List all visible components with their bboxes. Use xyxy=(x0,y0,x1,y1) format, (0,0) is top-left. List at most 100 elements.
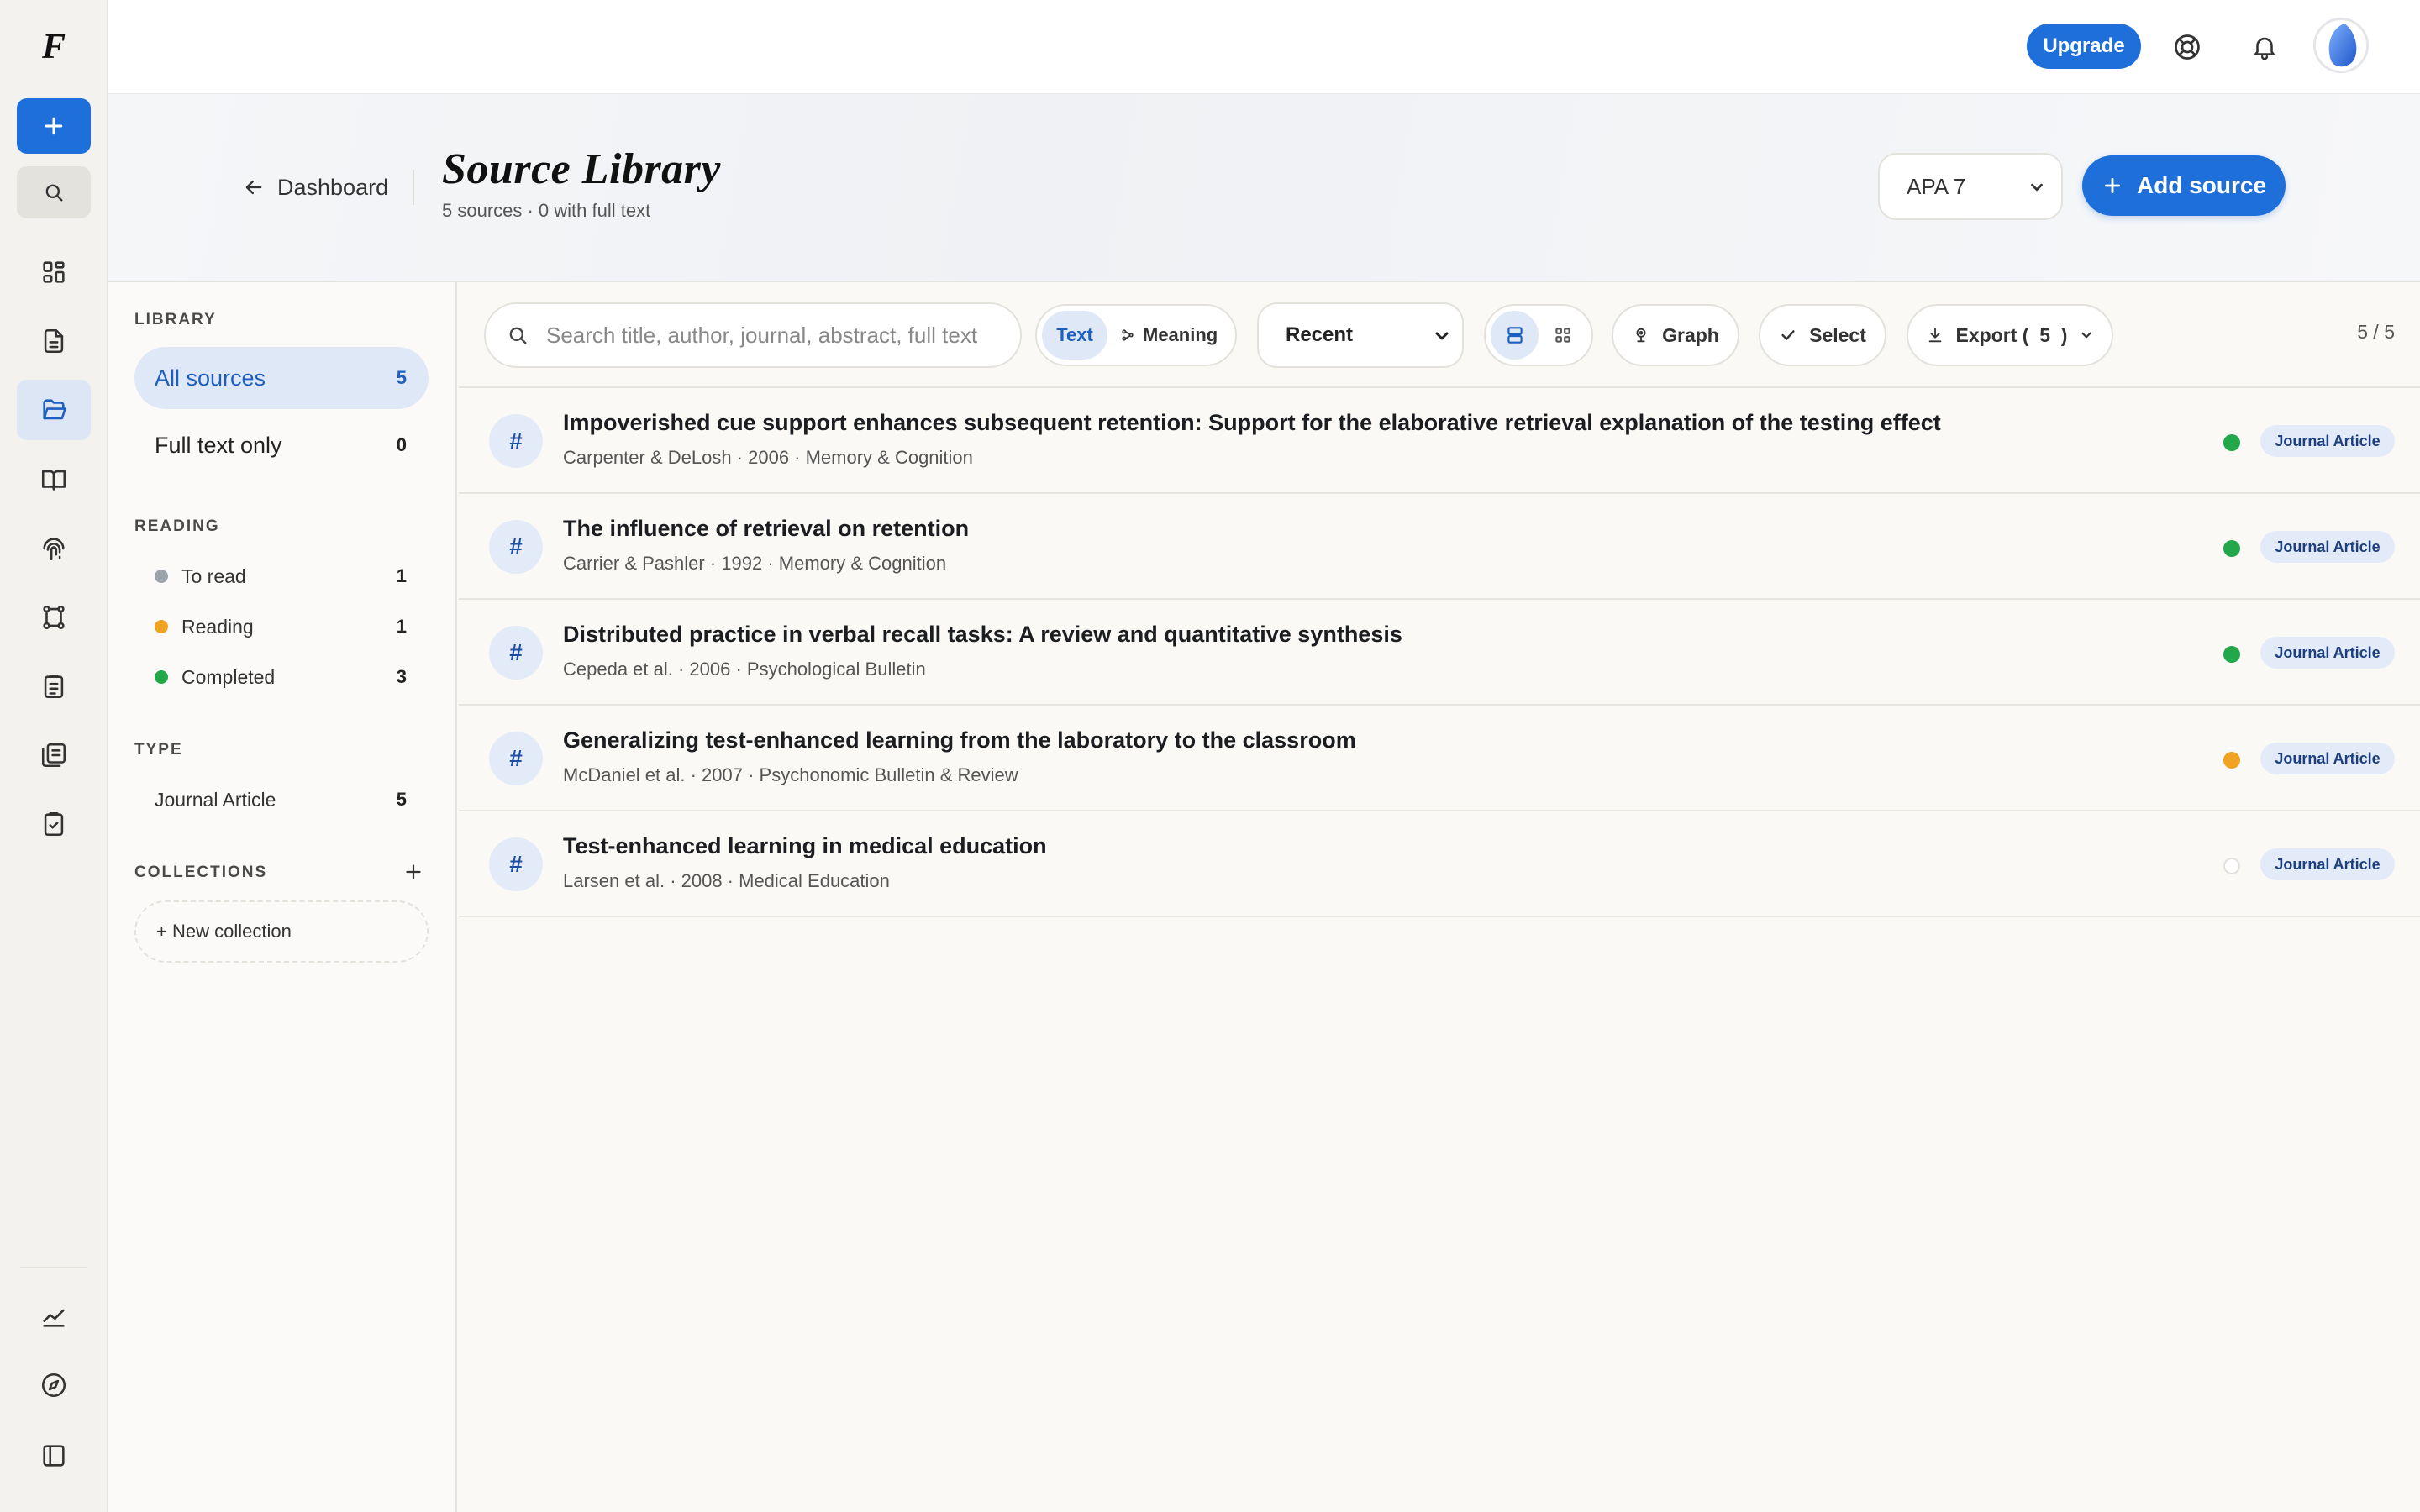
reading-status-dot[interactable] xyxy=(2223,858,2240,874)
search-box xyxy=(484,302,1022,368)
rail-dashboard[interactable] xyxy=(17,242,91,302)
source-row[interactable]: # Distributed practice in verbal recall … xyxy=(459,600,2420,706)
export-button[interactable]: Export ( 5 ) xyxy=(1907,304,2113,366)
library-sidebar: LIBRARY All sources 5 Full text only 0 R… xyxy=(108,282,457,1512)
mode-text-button[interactable]: Text xyxy=(1042,311,1107,360)
filter-reading[interactable]: Reading 1 xyxy=(134,605,429,648)
citation-style-select[interactable]: APA 7 xyxy=(1878,153,2063,220)
app-logo[interactable]: F xyxy=(34,25,74,69)
hash-icon: # xyxy=(489,626,543,680)
list-view-button[interactable] xyxy=(1491,311,1539,360)
header-divider xyxy=(413,170,414,205)
view-toggle xyxy=(1484,304,1593,366)
result-counter: 5 / 5 xyxy=(2357,321,2395,343)
search-icon xyxy=(42,181,66,204)
source-meta: Larsen et al. · 2008 · Medical Education xyxy=(563,870,890,891)
compass-icon xyxy=(39,1371,68,1399)
source-meta: Carpenter & DeLosh · 2006 · Memory & Cog… xyxy=(563,447,973,468)
nav-count: 5 xyxy=(396,367,407,388)
rail-reading[interactable] xyxy=(17,449,91,510)
filter-journal-article[interactable]: Journal Article 5 xyxy=(134,778,429,822)
rail-workflow[interactable] xyxy=(17,587,91,648)
type-badge: Journal Article xyxy=(2260,531,2395,563)
source-row[interactable]: # Impoverished cue support enhances subs… xyxy=(459,388,2420,494)
rail-explore[interactable] xyxy=(17,1355,91,1415)
upgrade-button[interactable]: Upgrade xyxy=(2027,24,2141,69)
rail-search-button[interactable] xyxy=(17,166,91,218)
rail-tasks[interactable] xyxy=(17,656,91,717)
source-title[interactable]: Generalizing test-enhanced learning from… xyxy=(563,727,1356,753)
source-row[interactable]: # Test-enhanced learning in medical educ… xyxy=(459,811,2420,917)
filter-count: 1 xyxy=(396,616,407,637)
nav-all-sources[interactable]: All sources 5 xyxy=(134,347,429,409)
reading-status-dot[interactable] xyxy=(2223,646,2240,663)
help-button[interactable] xyxy=(2169,29,2206,66)
sparkle-icon xyxy=(1119,327,1136,344)
add-source-button[interactable]: Add source xyxy=(2082,155,2286,216)
rail-identity[interactable] xyxy=(17,518,91,579)
select-button[interactable]: Select xyxy=(1759,304,1886,366)
filter-label: Journal Article xyxy=(155,788,276,811)
type-badge: Journal Article xyxy=(2260,743,2395,774)
avatar[interactable] xyxy=(2313,18,2369,73)
nav-count: 0 xyxy=(396,434,407,455)
filter-completed[interactable]: Completed 3 xyxy=(134,655,429,699)
chart-icon xyxy=(39,1302,68,1331)
rail-toggle-sidebar[interactable] xyxy=(17,1425,91,1486)
filter-count: 1 xyxy=(396,565,407,586)
sort-select[interactable]: Recent xyxy=(1257,302,1464,368)
source-list-panel: Text Meaning Recent Graph Select xyxy=(459,282,2420,1512)
back-to-dashboard-link[interactable]: Dashboard xyxy=(242,170,388,205)
nav-full-text-only[interactable]: Full text only 0 xyxy=(134,414,429,476)
search-icon xyxy=(506,323,529,347)
mode-meaning-label: Meaning xyxy=(1143,324,1218,345)
grid-view-icon xyxy=(1552,324,1574,346)
status-dot xyxy=(155,620,168,633)
graph-button[interactable]: Graph xyxy=(1612,304,1739,366)
add-collection-button[interactable] xyxy=(402,860,425,884)
plus-icon xyxy=(2102,175,2123,197)
search-mode-toggle: Text Meaning xyxy=(1035,304,1237,366)
hash-icon: # xyxy=(489,520,543,574)
grid-view-button[interactable] xyxy=(1539,311,1586,360)
source-title[interactable]: Test-enhanced learning in medical educat… xyxy=(563,833,1047,859)
rail-documents[interactable] xyxy=(17,311,91,371)
search-input[interactable] xyxy=(546,322,983,349)
rail-checklist[interactable] xyxy=(17,794,91,854)
export-label: Export ( 5 ) xyxy=(1955,323,2068,346)
filter-label: To read xyxy=(182,564,246,587)
source-title[interactable]: Distributed practice in verbal recall ta… xyxy=(563,622,1402,648)
dashboard-icon xyxy=(39,258,68,286)
reading-status-dot[interactable] xyxy=(2223,540,2240,557)
status-dot xyxy=(155,670,168,684)
sort-value: Recent xyxy=(1286,323,1354,346)
rail-analytics[interactable] xyxy=(17,1286,91,1347)
source-meta: Carrier & Pashler · 1992 · Memory & Cogn… xyxy=(563,553,947,574)
rail-collections[interactable] xyxy=(17,725,91,785)
add-source-label: Add source xyxy=(2136,172,2267,198)
mode-meaning-button[interactable]: Meaning xyxy=(1119,324,1218,346)
chevron-down-icon xyxy=(2028,178,2046,197)
type-badge: Journal Article xyxy=(2260,848,2395,880)
reading-status-dot[interactable] xyxy=(2223,752,2240,769)
type-section-label: TYPE xyxy=(134,741,183,759)
notifications-button[interactable] xyxy=(2246,29,2283,66)
source-title[interactable]: Impoverished cue support enhances subseq… xyxy=(563,410,1941,436)
source-row[interactable]: # The influence of retrieval on retentio… xyxy=(459,494,2420,600)
folder-icon xyxy=(39,396,68,424)
reading-status-dot[interactable] xyxy=(2223,434,2240,451)
rail-library[interactable] xyxy=(17,380,91,440)
source-row[interactable]: # Generalizing test-enhanced learning fr… xyxy=(459,706,2420,811)
filter-label: Reading xyxy=(182,615,254,638)
workflow-icon xyxy=(39,603,68,632)
filter-to-read[interactable]: To read 1 xyxy=(134,554,429,598)
new-button[interactable] xyxy=(17,98,91,154)
source-meta: McDaniel et al. · 2007 · Psychonomic Bul… xyxy=(563,764,1018,785)
status-dot xyxy=(155,570,168,583)
check-icon xyxy=(1779,326,1797,344)
new-collection-button[interactable]: + New collection xyxy=(134,900,429,963)
type-badge: Journal Article xyxy=(2260,637,2395,669)
back-label: Dashboard xyxy=(277,174,389,200)
source-title[interactable]: The influence of retrieval on retention xyxy=(563,516,969,542)
list-view-icon xyxy=(1504,324,1526,346)
